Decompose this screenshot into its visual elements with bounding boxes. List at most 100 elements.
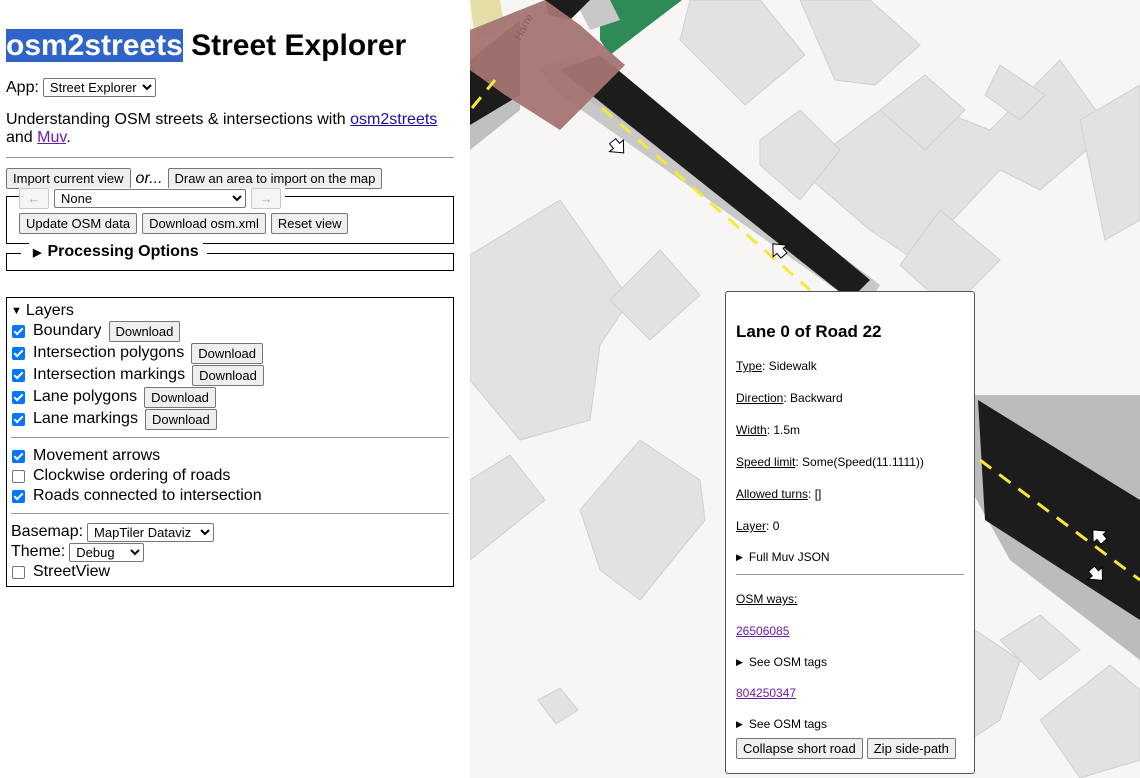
toggle-row: Clockwise ordering of roads — [11, 466, 449, 486]
toggle-label: Movement arrows — [33, 447, 161, 464]
layer-download-button[interactable]: Download — [191, 342, 264, 364]
processing-options-toggle[interactable]: ▶ Processing Options — [29, 243, 203, 261]
prev-button[interactable]: ← — [19, 188, 49, 209]
see-tags-label-1: See OSM tags — [748, 655, 827, 669]
or-text: or... — [135, 169, 163, 187]
basemap-select[interactable]: MapTiler Dataviz — [87, 522, 215, 542]
layer-checkbox[interactable] — [12, 324, 25, 338]
zip-side-path-button[interactable]: Zip side-path — [866, 738, 956, 759]
layer-checkbox[interactable] — [12, 390, 25, 404]
theme-select[interactable]: Debug — [69, 542, 145, 562]
see-tags-toggle-2[interactable]: ▶ See OSM tags — [736, 717, 964, 731]
popup-property: Layer: 0 — [736, 518, 964, 534]
osm-way-link-2[interactable]: 804250347 — [736, 686, 796, 700]
property-value: : 1.5m — [766, 423, 801, 437]
streetview-label: StreetView — [33, 563, 111, 580]
layer-row: Lane polygons Download — [11, 386, 449, 408]
layer-label: Intersection polygons — [33, 344, 185, 361]
osm-ways-label: OSM ways: — [736, 592, 798, 606]
layer-download-button[interactable]: Download — [144, 408, 217, 430]
popup-property: Width: 1.5m — [736, 422, 964, 438]
streetview-row: StreetView — [11, 562, 449, 582]
import-current-view-button[interactable]: Import current view — [6, 168, 131, 189]
layer-row: Lane markings Download — [11, 408, 449, 430]
layers-divider-2 — [11, 513, 449, 514]
toggle-checkbox[interactable] — [12, 489, 25, 503]
import-row: Import current view or... Draw an area t… — [6, 168, 454, 189]
full-json-label: Full Muv JSON — [748, 550, 830, 564]
property-key: Layer — [736, 519, 767, 533]
layer-row: Boundary Download — [11, 320, 449, 342]
layer-label: Lane polygons — [33, 388, 138, 405]
caret-right-icon: ▶ — [736, 551, 743, 562]
osm-way-link-1[interactable]: 26506085 — [736, 624, 789, 638]
see-tags-toggle-1[interactable]: ▶ See OSM tags — [736, 655, 964, 669]
toggle-checkbox[interactable] — [12, 449, 25, 463]
intro-prefix: Understanding OSM streets & intersection… — [6, 111, 351, 128]
layer-row: Intersection markings Download — [11, 364, 449, 386]
property-key: Allowed turns — [736, 487, 809, 501]
osm2streets-link[interactable]: osm2streets — [350, 111, 437, 128]
toggle-row: Movement arrows — [11, 446, 449, 466]
toggle-row: Roads connected to intersection — [11, 486, 449, 506]
app-select[interactable]: Street Explorer — [42, 78, 156, 97]
title-highlight: osm2streets — [6, 29, 183, 62]
muv-link[interactable]: Muv — [37, 129, 66, 146]
layer-label: Lane markings — [33, 410, 138, 427]
layers-toggle[interactable]: ▼ Layers — [11, 302, 449, 320]
caret-right-icon: ▶ — [736, 656, 743, 667]
theme-row: Theme: Debug — [11, 542, 449, 562]
lane-popup: Lane 0 of Road 22 Type: Sidewalk Directio… — [725, 291, 975, 774]
property-key: Direction — [736, 391, 784, 405]
streetview-checkbox[interactable] — [12, 565, 25, 579]
reset-view-button[interactable]: Reset view — [270, 213, 349, 234]
download-osm-button[interactable]: Download osm.xml — [142, 213, 266, 234]
update-osm-button[interactable]: Update OSM data — [19, 213, 138, 234]
next-button[interactable]: → — [251, 188, 281, 209]
layer-download-button[interactable]: Download — [144, 386, 216, 408]
test-case-select[interactable]: None — [54, 189, 246, 208]
property-key: Width — [736, 423, 767, 437]
popup-property: Allowed turns: [] — [736, 486, 964, 502]
intro-suffix: . — [66, 129, 71, 146]
property-value: : Sidewalk — [762, 359, 817, 373]
layer-download-button[interactable]: Download — [108, 320, 181, 342]
intro-text: Understanding OSM streets & intersection… — [6, 111, 438, 146]
layer-label: Boundary — [33, 322, 102, 339]
full-json-toggle[interactable]: ▶ Full Muv JSON — [736, 550, 964, 564]
popup-title: Lane 0 of Road 22 — [736, 322, 882, 341]
basemap-label: Basemap: — [11, 523, 84, 540]
divider — [6, 157, 454, 158]
processing-options-label: Processing Options — [47, 243, 199, 260]
layer-checkbox[interactable] — [12, 412, 25, 426]
caret-down-icon: ▼ — [11, 305, 22, 317]
theme-label: Theme: — [11, 543, 66, 560]
collapse-short-road-button[interactable]: Collapse short road — [736, 738, 863, 759]
caret-right-icon: ▶ — [33, 246, 42, 259]
basemap-row: Basemap: MapTiler Dataviz — [11, 522, 449, 542]
see-tags-label-2: See OSM tags — [748, 717, 827, 731]
layer-download-button[interactable]: Download — [192, 364, 264, 386]
layer-checkbox[interactable] — [12, 368, 25, 382]
popup-property: Direction: Backward — [736, 390, 964, 406]
layers-panel: ▼ Layers Boundary Download Intersection po… — [6, 297, 454, 587]
toggle-checkbox[interactable] — [12, 469, 25, 483]
toggle-label: Clockwise ordering of roads — [33, 467, 231, 484]
title-rest: Street Explorer — [191, 29, 407, 62]
draw-area-button[interactable]: Draw an area to import on the map — [167, 168, 383, 189]
layer-checkbox[interactable] — [12, 346, 25, 360]
layer-row: Intersection polygons Download — [11, 342, 449, 364]
processing-options: ▶ Processing Options — [6, 243, 454, 271]
caret-right-icon: ▶ — [736, 718, 743, 729]
toggle-label: Roads connected to intersection — [33, 487, 262, 504]
property-value: : Some(Speed(11.1111)) — [795, 455, 924, 469]
navigation-box: ← None → Update OSM data Download osm.xm… — [6, 188, 454, 244]
popup-divider — [736, 574, 964, 575]
app-label: App: — [6, 78, 39, 96]
property-value: : Backward — [783, 391, 843, 405]
layer-label: Intersection markings — [33, 366, 186, 383]
property-value: : [] — [808, 487, 822, 501]
layers-divider — [11, 437, 449, 438]
property-key: Speed limit — [736, 455, 796, 469]
layers-title: Layers — [25, 302, 74, 319]
